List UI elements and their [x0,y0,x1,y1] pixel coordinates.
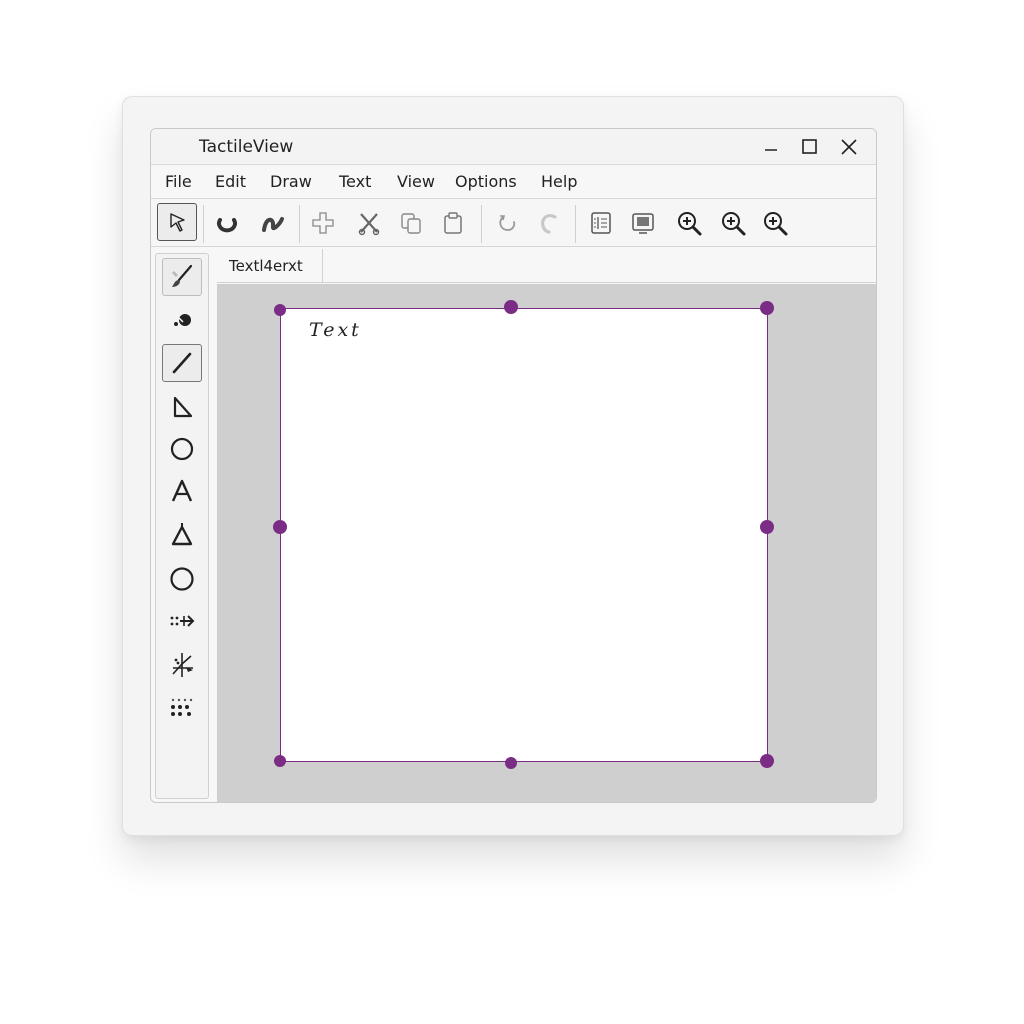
triangle-tool[interactable] [162,516,202,554]
undo-button[interactable] [491,207,523,239]
rotate-button[interactable] [211,207,243,239]
fill-icon [174,314,191,326]
toolbar-separator [575,205,576,243]
resize-handle-top-left[interactable] [274,304,286,316]
zoom-in-button-3[interactable] [759,207,791,239]
canvas-text[interactable]: Text [309,319,362,341]
braille-dots-icon [171,698,193,716]
menu-file[interactable]: File [165,172,192,191]
close-button[interactable] [837,135,861,159]
undo-icon [499,215,516,231]
toolbar [151,199,876,247]
braille-arrow-tool[interactable] [162,602,202,640]
pointer-icon [170,213,185,232]
zoom-in-icon [678,212,702,236]
text-tool[interactable] [162,472,202,510]
cut-button[interactable] [353,207,385,239]
tab-strip [323,249,876,283]
right-triangle-tool[interactable] [162,388,202,426]
brush-icon [171,264,193,287]
title-bar: TactileView [151,129,876,165]
select-tool-button[interactable] [157,203,197,241]
brush-tool[interactable] [162,258,202,296]
zoom-in-button-2[interactable] [717,207,749,239]
window-title: TactileView [199,137,294,157]
minimize-icon [765,149,777,151]
resize-handle-top[interactable] [504,300,518,314]
toolbar-separator [299,205,300,243]
braille-dots-tool[interactable] [162,688,202,726]
preview-icon [632,213,654,234]
triangle-icon [171,523,193,546]
letter-a-icon [171,479,193,502]
maximize-button[interactable] [797,135,821,159]
document-tab-label: Textl4erxt [229,257,303,275]
resize-handle-top-right[interactable] [760,301,774,315]
resize-handle-left[interactable] [273,520,287,534]
add-icon [312,212,334,234]
layers-button[interactable] [585,207,617,239]
paste-icon [444,212,462,234]
curve-button[interactable] [257,207,289,239]
menu-edit[interactable]: Edit [215,172,246,191]
resize-handle-right[interactable] [760,520,774,534]
maximize-icon [802,139,817,154]
circle-tool[interactable] [162,430,202,468]
copy-button[interactable] [395,207,427,239]
right-triangle-icon [173,396,193,418]
cut-icon [358,213,380,236]
resize-handle-bottom-left[interactable] [274,755,286,767]
zoom-in-button[interactable] [673,207,705,239]
preview-button[interactable] [627,207,659,239]
tactile-graph-tool[interactable] [162,646,202,684]
menu-view[interactable]: View [397,172,435,191]
ellipse-tool[interactable] [162,560,202,598]
curve-icon [262,217,284,232]
close-icon [841,139,857,155]
rotate-icon [217,218,237,233]
toolbar-separator [203,205,204,243]
document-tab[interactable]: Textl4erxt [217,249,323,283]
add-button[interactable] [307,207,339,239]
fill-tool[interactable] [162,302,202,340]
graph-icon [172,653,193,677]
copy-icon [401,213,421,234]
line-icon [172,352,192,374]
minimize-button[interactable] [759,135,783,159]
redo-button[interactable] [533,207,565,239]
braille-arrow-icon [170,615,195,627]
circle-icon [170,567,194,591]
menu-draw[interactable]: Draw [270,172,312,191]
toolbar-separator [481,205,482,243]
circle-icon [170,437,194,461]
paste-button[interactable] [437,207,469,239]
zoom-in-icon [722,212,746,236]
line-tool[interactable] [162,344,202,382]
zoom-in-icon [764,212,788,236]
menu-help[interactable]: Help [541,172,577,191]
resize-handle-bottom-right[interactable] [760,754,774,768]
resize-handle-bottom[interactable] [505,757,517,769]
layers-icon [591,212,611,234]
menu-text[interactable]: Text [339,172,371,191]
drawing-canvas[interactable]: Text [280,308,768,762]
menu-bar: File Edit Draw Text View Options Help [151,165,876,199]
tool-sidebar [155,253,209,799]
redo-icon [541,214,557,234]
menu-options[interactable]: Options [455,172,517,191]
